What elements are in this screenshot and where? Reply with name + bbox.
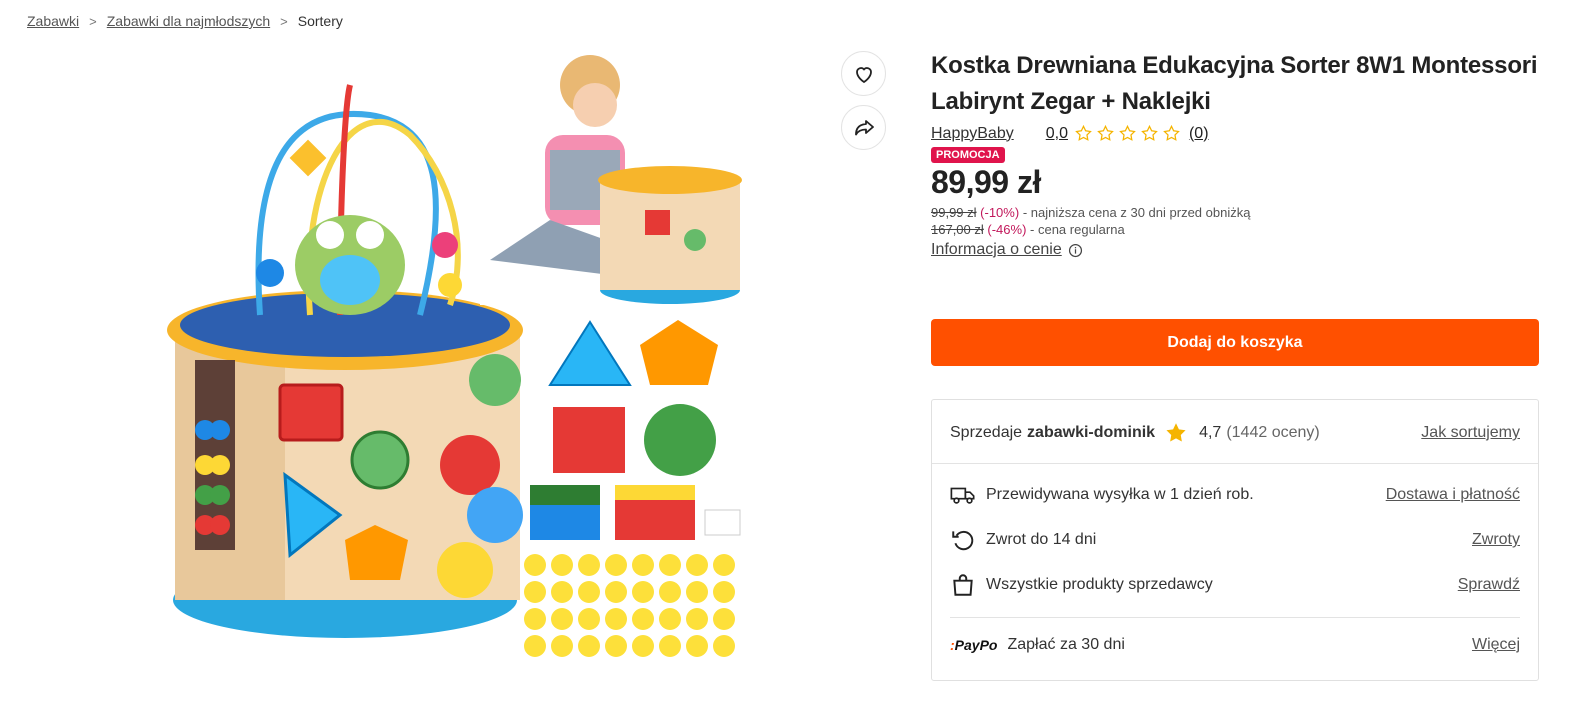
rating-stars — [1074, 124, 1181, 143]
add-to-cart-button[interactable]: Dodaj do koszyka — [931, 319, 1539, 366]
product-info: Kostka Drewniana Edukacyjna Sorter 8W1 M… — [931, 48, 1541, 259]
all-products-row: Wszystkie produkty sprzedawcy Sprawdź — [950, 572, 1520, 598]
star-outline-icon — [1141, 124, 1158, 141]
breadcrumb: Zabawki > Zabawki dla najmłodszych > Sor… — [27, 13, 343, 29]
returns-text: Zwrot do 14 dni — [986, 531, 1097, 548]
truck-icon — [950, 487, 975, 504]
seller-prefix: Sprzedaje — [950, 424, 1023, 441]
seller-reviews[interactable]: (1442 oceny) — [1226, 424, 1319, 442]
lowest-price-line: 99,99 zł (-10%) - najniższa cena z 30 dn… — [931, 205, 1541, 220]
product-title: Kostka Drewniana Edukacyjna Sorter 8W1 M… — [931, 52, 1538, 115]
return-arrow-icon — [952, 530, 974, 551]
star-outline-icon — [1119, 124, 1136, 141]
seller-name[interactable]: zabawki-dominik — [1027, 424, 1155, 442]
lowest-price-percent: (-10%) — [980, 205, 1020, 220]
breadcrumb-separator: > — [280, 13, 288, 29]
shipping-text: Przewidywana wysyłka w 1 dzień rob. — [986, 486, 1254, 503]
share-arrow-icon — [854, 119, 874, 135]
divider — [932, 463, 1538, 464]
returns-link[interactable]: Zwroty — [1472, 531, 1520, 549]
rating-count-link[interactable]: (0) — [1189, 125, 1209, 143]
check-products-link[interactable]: Sprawdź — [1458, 576, 1520, 594]
breadcrumb-current: Sortery — [297, 13, 343, 29]
breadcrumb-separator: > — [89, 13, 97, 29]
price-info-link[interactable]: Informacja o cenie — [931, 241, 1541, 259]
paypo-logo: :PayPo — [950, 637, 998, 653]
brand-link[interactable]: HappyBaby — [931, 125, 1014, 143]
all-products-text: Wszystkie produkty sprzedawcy — [986, 576, 1213, 593]
breadcrumb-link-zabawki[interactable]: Zabawki — [27, 13, 79, 29]
promo-badge: PROMOCJA — [931, 147, 1005, 163]
regular-price-line: 167,00 zł (-46%) - cena regularna — [931, 222, 1541, 237]
brand-rating-row: HappyBaby 0,0 (0) — [931, 124, 1541, 143]
star-outline-icon — [1097, 124, 1114, 141]
star-outline-icon — [1075, 124, 1092, 141]
star-filled-icon — [1166, 423, 1186, 442]
regular-price-text: - cena regularna — [1030, 222, 1125, 237]
regular-price-percent: (-46%) — [987, 222, 1027, 237]
paypo-row: :PayPo Zapłać za 30 dni Więcej — [950, 636, 1520, 654]
info-icon — [1068, 243, 1082, 257]
heart-icon — [855, 66, 872, 83]
product-image[interactable] — [150, 45, 760, 675]
lowest-price-text: - najniższa cena z 30 dni przed obniżką — [1022, 205, 1251, 220]
lowest-price-old: 99,99 zł — [931, 205, 977, 220]
seller-score: 4,7 — [1199, 424, 1222, 441]
how-we-sort-link[interactable]: Jak sortujemy — [1421, 424, 1520, 442]
paypo-text: Zapłać za 30 dni — [1007, 636, 1125, 653]
delivery-payment-link[interactable]: Dostawa i płatność — [1386, 486, 1520, 504]
rating-value[interactable]: 0,0 — [1046, 125, 1068, 143]
shipping-row: Przewidywana wysyłka w 1 dzień rob. Dost… — [950, 482, 1520, 508]
seller-box: Sprzedaje zabawki-dominik 4,7 (1442 ocen… — [931, 399, 1539, 681]
share-button[interactable] — [841, 105, 886, 150]
shopping-bag-icon — [953, 574, 973, 596]
returns-row: Zwrot do 14 dni Zwroty — [950, 527, 1520, 553]
divider — [950, 617, 1520, 618]
current-price: 89,99 zł — [931, 164, 1041, 200]
regular-price-old: 167,00 zł — [931, 222, 984, 237]
breadcrumb-link-najmlodszych[interactable]: Zabawki dla najmłodszych — [107, 13, 270, 29]
paypo-more-link[interactable]: Więcej — [1472, 636, 1520, 654]
star-outline-icon — [1163, 124, 1180, 141]
wishlist-button[interactable] — [841, 51, 886, 96]
price-info-label: Informacja o cenie — [931, 241, 1062, 258]
seller-row: Sprzedaje zabawki-dominik 4,7 (1442 ocen… — [950, 420, 1520, 446]
